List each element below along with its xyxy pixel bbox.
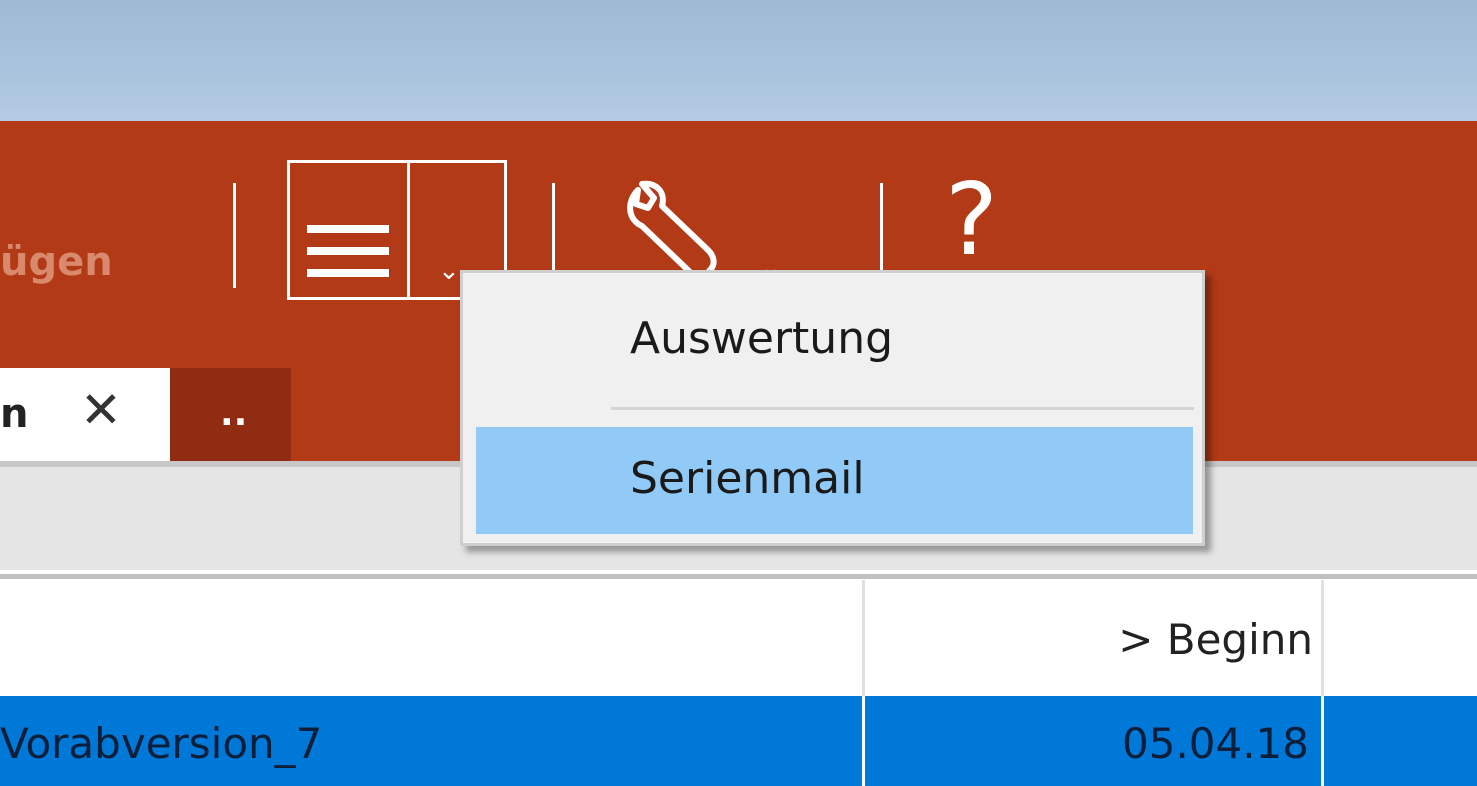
menu-item-auswertung[interactable]: Auswertung xyxy=(630,313,893,364)
hamburger-menu-button[interactable] xyxy=(287,160,407,300)
header-divider xyxy=(0,574,1477,579)
tab-active[interactable]: n ✕ xyxy=(0,368,170,461)
cell-divider xyxy=(1321,696,1324,786)
table-cell-beginn[interactable]: 05.04.18 xyxy=(863,714,1309,774)
help-icon[interactable]: ? xyxy=(945,170,998,270)
menu-icon-gutter xyxy=(466,276,611,421)
ribbon-button-label[interactable]: ügen xyxy=(0,232,175,292)
tab-overflow-button[interactable]: .. xyxy=(170,368,291,461)
table-cell-name[interactable]: 7_Vorabversion xyxy=(0,714,855,774)
chevron-down-icon: ⌄ xyxy=(438,256,460,286)
ribbon-separator xyxy=(233,183,236,288)
tab-overflow-label: .. xyxy=(220,393,248,434)
window-titlebar xyxy=(0,0,1477,121)
column-header-empty[interactable] xyxy=(1324,580,1477,695)
dropdown-menu: Auswertung Serienmail xyxy=(460,270,1205,546)
close-icon[interactable]: ✕ xyxy=(80,380,122,440)
menu-separator xyxy=(611,407,1194,410)
menu-item-serienmail[interactable]: Serienmail xyxy=(630,453,865,504)
column-header-name[interactable] xyxy=(0,580,862,695)
column-header-label: > Beginn xyxy=(1118,615,1313,664)
tab-label: n xyxy=(0,391,29,437)
wrench-icon[interactable] xyxy=(620,180,730,280)
